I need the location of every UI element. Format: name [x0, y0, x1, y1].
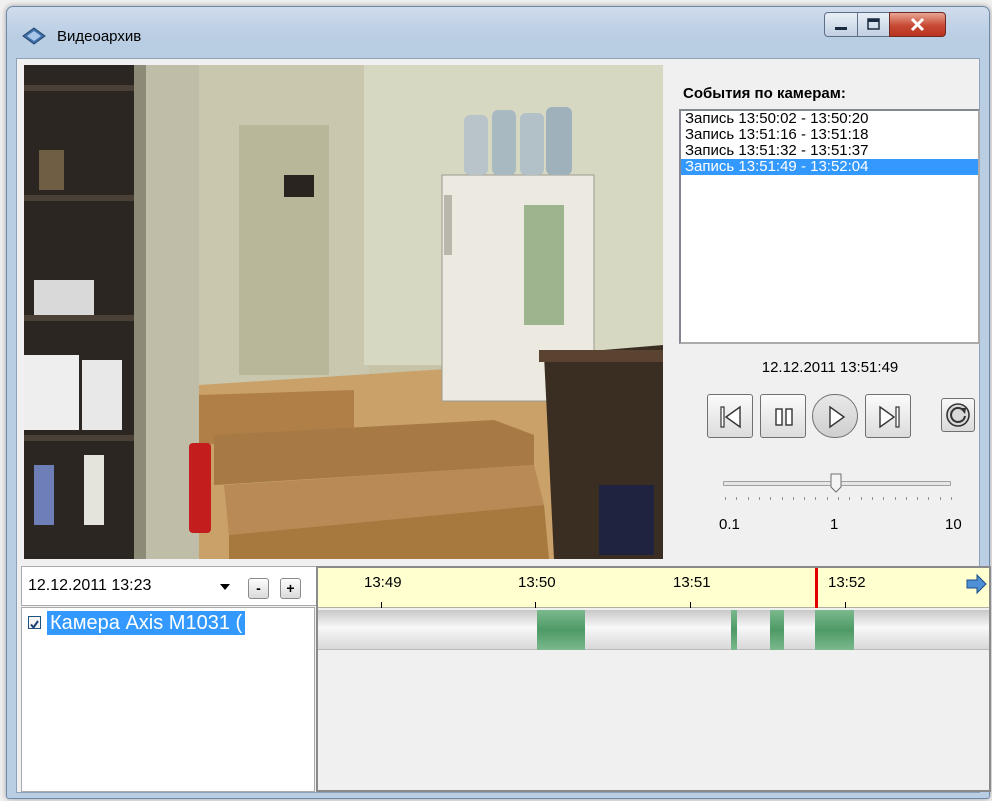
slider-tick — [758, 497, 760, 500]
skip-forward-icon — [879, 405, 900, 429]
timeline-tick — [845, 602, 846, 608]
event-item[interactable]: Запись 13:51:32 - 13:51:37 — [681, 143, 978, 159]
app-icon — [22, 27, 46, 45]
maximize-button[interactable] — [857, 12, 890, 37]
slider-tick — [917, 497, 919, 500]
app-window: Видеоархив События по камерам: Запись 13… — [6, 6, 991, 799]
camera-track[interactable] — [318, 610, 989, 650]
timeline-tick — [535, 602, 536, 608]
slider-tick — [894, 497, 896, 500]
pause-button[interactable] — [760, 394, 806, 438]
skip-back-button[interactable] — [707, 394, 753, 438]
event-item-selected[interactable]: Запись 13:51:49 - 13:52:04 — [681, 159, 978, 175]
camera-checkbox[interactable] — [28, 616, 41, 630]
slider-tick — [838, 497, 839, 500]
datetime-value: 12.12.2011 13:23 — [28, 577, 152, 594]
refresh-icon — [946, 403, 970, 427]
timeline-ruler[interactable]: 13:49 13:50 13:51 13:52 — [318, 568, 989, 608]
slider-tick — [939, 497, 941, 500]
slider-tick — [928, 497, 930, 500]
timeline-tick — [690, 602, 691, 608]
recording-segment[interactable] — [731, 610, 737, 650]
recording-segment[interactable] — [815, 610, 854, 650]
current-time: 12.12.2011 13:51:49 — [761, 359, 899, 376]
speed-slider-thumb[interactable] — [830, 473, 842, 493]
slider-tick — [815, 497, 817, 500]
event-item[interactable]: Запись 13:51:16 - 13:51:18 — [681, 127, 978, 143]
zoom-out-button[interactable]: - — [248, 578, 269, 599]
speed-max-label: 10 — [945, 516, 962, 533]
slider-tick — [770, 497, 772, 500]
events-panel: События по камерам: Запись 13:50:02 - 13… — [669, 65, 991, 559]
timeline-label: 13:52 — [828, 574, 866, 591]
content-area: События по камерам: Запись 13:50:02 - 13… — [16, 58, 991, 793]
playhead-marker[interactable] — [815, 568, 818, 608]
slider-tick — [792, 497, 794, 500]
video-view[interactable] — [24, 65, 663, 559]
play-icon — [829, 405, 846, 429]
recording-segment[interactable] — [537, 610, 585, 650]
slider-tick — [804, 497, 806, 500]
recording-segment[interactable] — [770, 610, 784, 650]
skip-forward-button[interactable] — [865, 394, 911, 438]
slider-tick — [725, 497, 726, 500]
datetime-picker[interactable]: 12.12.2011 13:23 - + — [21, 566, 317, 606]
skip-back-icon — [720, 405, 741, 429]
slider-tick — [747, 497, 749, 500]
slider-tick — [905, 497, 907, 500]
events-list[interactable]: Запись 13:50:02 - 13:50:20 Запись 13:51:… — [679, 109, 980, 344]
title-bar[interactable]: Видеоархив — [7, 7, 989, 57]
slider-tick — [860, 497, 862, 500]
speed-mid-label: 1 — [830, 516, 839, 533]
timeline-tick — [381, 602, 382, 608]
events-title: События по камерам: — [683, 85, 846, 102]
minimize-icon — [835, 27, 847, 30]
maximize-icon — [867, 18, 880, 30]
slider-tick — [951, 497, 952, 500]
pause-icon — [775, 408, 793, 426]
speed-min-label: 0.1 — [719, 516, 740, 533]
slider-tick — [871, 497, 873, 500]
scroll-right-icon[interactable] — [966, 573, 988, 595]
chevron-down-icon[interactable] — [220, 584, 230, 590]
timeline[interactable]: 13:49 13:50 13:51 13:52 — [316, 566, 991, 792]
minimize-button[interactable] — [824, 12, 858, 37]
timeline-label: 13:50 — [518, 574, 556, 591]
play-button[interactable] — [812, 394, 858, 438]
camera-tree[interactable]: Камера Axis M1031 ( — [21, 607, 315, 792]
refresh-button[interactable] — [941, 398, 975, 432]
event-item[interactable]: Запись 13:50:02 - 13:50:20 — [681, 111, 978, 127]
timeline-label: 13:49 — [364, 574, 402, 591]
slider-tick — [781, 497, 783, 500]
slider-tick — [736, 497, 738, 500]
slider-tick — [849, 497, 851, 500]
zoom-in-button[interactable]: + — [280, 578, 301, 599]
video-frame-image — [24, 65, 663, 559]
close-button[interactable] — [889, 12, 946, 37]
slider-tick — [826, 497, 828, 500]
window-title: Видеоархив — [57, 28, 142, 45]
slider-tick — [883, 497, 885, 500]
close-icon — [910, 17, 925, 32]
timeline-label: 13:51 — [673, 574, 711, 591]
camera-label[interactable]: Камера Axis M1031 ( — [47, 611, 246, 635]
checkmark-icon — [30, 620, 39, 630]
